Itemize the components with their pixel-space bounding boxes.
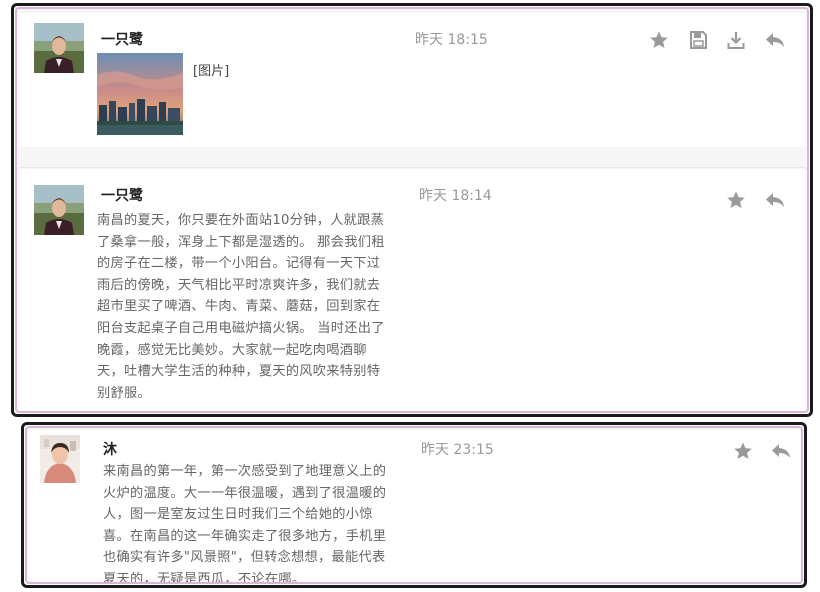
image-label: [图片] [193, 64, 230, 79]
avatar-man-image [34, 185, 84, 235]
post-time: 昨天 18:15 [415, 32, 488, 48]
body-line: 阳台支起桌子自己用电磁炉搞火锅。 当时还出了 [97, 320, 385, 336]
avatar[interactable] [34, 23, 84, 73]
thread-panel-1: 一只鹭 昨天 18:15 [图片] 一只鹭 昨天 18:14 南昌的夏天，你只要… [11, 3, 813, 417]
body-line: 的房子在二楼，带一个小阳台。记得有一天下过 [97, 256, 381, 272]
author-name[interactable]: 沐 [103, 439, 117, 459]
avatar[interactable] [40, 435, 80, 483]
sunset-city-image [97, 53, 183, 135]
body-line: 天，吐槽大学生活的种种，夏天的风吹来特别特 [97, 364, 381, 380]
post-time: 昨天 18:14 [419, 188, 492, 204]
star-icon[interactable] [725, 189, 747, 211]
avatar-woman-image [40, 435, 80, 483]
post-time: 昨天 23:15 [421, 442, 494, 458]
post-body: 南昌的夏天，你只要在外面站10分钟，人就跟蒸 了桑拿一般，浑身上下都是湿透的。 … [97, 210, 437, 404]
post-card-1: 一只鹭 昨天 18:15 [图片] [19, 13, 805, 147]
reply-icon[interactable] [770, 440, 792, 462]
reply-icon[interactable] [764, 189, 786, 211]
thread-panel-2-inner: 沐 昨天 23:15 来南昌的第一年，第一次感受到了地理意义上的 火炉的温度。大… [25, 426, 803, 584]
body-line: 超市里买了啤酒、牛肉、青菜、蘑菇，回到家在 [97, 299, 381, 315]
avatar[interactable] [34, 185, 84, 235]
post-image-thumbnail[interactable] [97, 53, 183, 135]
save-icon[interactable] [687, 29, 709, 51]
body-line: 来南昌的第一年，第一次感受到了地理意义上的 [103, 464, 387, 479]
author-name[interactable]: 一只鹭 [101, 29, 143, 49]
body-line: 喜。在南昌的这一年确实走了很多地方，手机里 [103, 528, 387, 544]
body-line: 人，图一是室友过生日时我们三个给她的小惊 [103, 507, 373, 523]
reply-icon[interactable] [764, 29, 786, 51]
star-icon[interactable] [732, 440, 754, 462]
body-line: 夏天的，无疑是西瓜，不论在哪。 [103, 571, 306, 584]
thread-panel-1-inner: 一只鹭 昨天 18:15 [图片] 一只鹭 昨天 18:14 南昌的夏天，你只要… [15, 7, 809, 413]
thread-panel-2: 沐 昨天 23:15 来南昌的第一年，第一次感受到了地理意义上的 火炉的温度。大… [21, 422, 807, 588]
post-card-3: 沐 昨天 23:15 来南昌的第一年，第一次感受到了地理意义上的 火炉的温度。大… [29, 430, 801, 582]
body-line: 雨后的傍晚，天气相比平时凉爽许多，我们就去 [97, 277, 381, 293]
body-line: 了桑拿一般，浑身上下都是湿透的。 那会我们租 [97, 234, 385, 250]
divider [19, 167, 805, 168]
avatar-man-image [34, 23, 84, 73]
download-icon[interactable] [725, 29, 747, 51]
post-card-2: 一只鹭 昨天 18:14 南昌的夏天，你只要在外面站10分钟，人就跟蒸 了桑拿一… [19, 169, 805, 411]
body-line: 别舒服。 [97, 385, 151, 401]
author-name[interactable]: 一只鹭 [101, 185, 143, 205]
star-icon[interactable] [648, 29, 670, 51]
body-line: 晚霞，感觉无比美妙。大家就一起吃肉喝酒聊 [97, 342, 367, 358]
post-body: 来南昌的第一年，第一次感受到了地理意义上的 火炉的温度。大一一年很温暖，遇到了很… [103, 461, 443, 584]
body-line: 也确实有许多"风景照"，但转念想想，最能代表 [103, 550, 386, 566]
body-line: 火炉的温度。大一一年很温暖，遇到了很温暖的 [103, 485, 387, 501]
body-line: 南昌的夏天，你只要在外面站10分钟，人就跟蒸 [97, 213, 385, 228]
